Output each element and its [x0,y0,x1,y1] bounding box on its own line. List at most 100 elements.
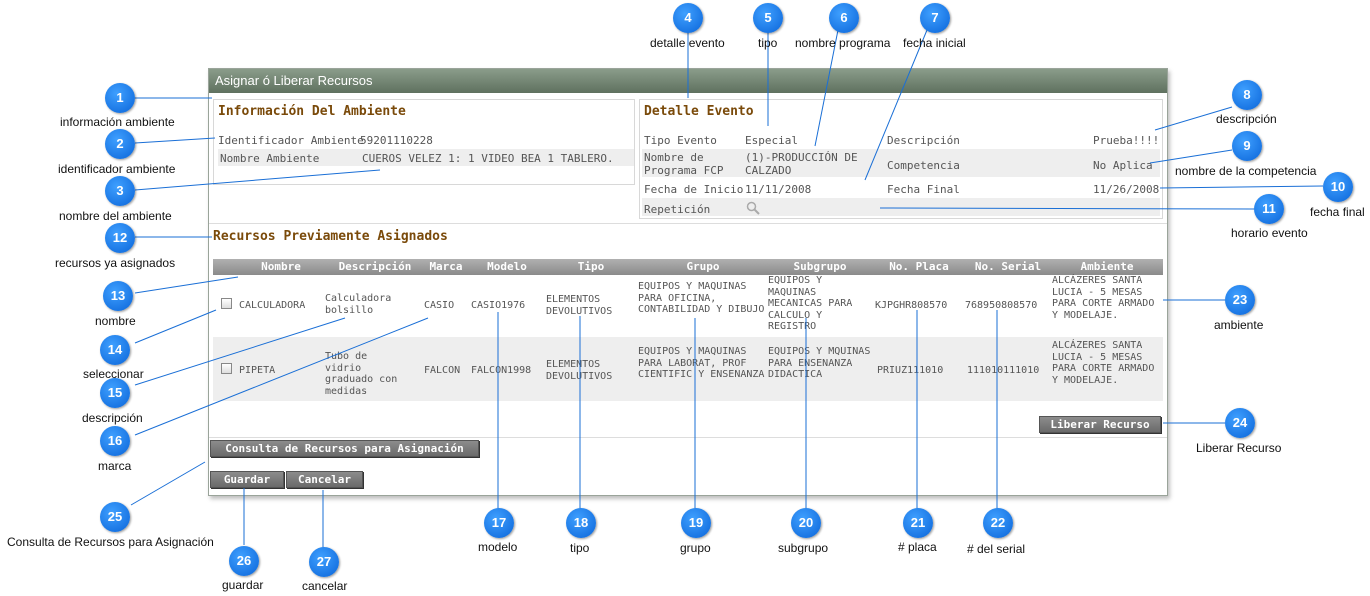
window-title: Asignar ó Liberar Recursos [209,69,1167,93]
callout-badge-9: 9 [1232,131,1262,161]
cell-subgrupo: EQUIPOS Y MQUINAS PARA ENSENANZA DIDACTI… [768,346,871,380]
callout-label-2: identificador ambiente [58,162,176,176]
callout-label-6: nombre programa [795,36,891,50]
callout-badge-6: 6 [829,3,859,33]
callout-label-24: Liberar Recurso [1196,441,1282,455]
header-subgrupo: Subgrupo [793,260,847,273]
callout-badge-24: 24 [1225,408,1255,438]
evento-programa-value: (1)-PRODUCCIÓN DE CALZADO [745,151,858,177]
cell-grupo: EQUIPOS Y MAQUINAS PARA OFICINA, CONTABI… [638,281,765,315]
cell-serial: 111010111010 [967,365,1040,376]
ambiente-name-value: CUEROS VELEZ 1: 1 VIDEO BEA 1 TABLERO. [362,152,614,165]
callout-label-23: ambiente [1214,318,1264,332]
callout-badge-13: 13 [103,281,133,311]
evento-competencia-value: No Aplica [1093,159,1153,172]
callout-badge-19: 19 [681,508,711,538]
callout-badge-14: 14 [100,335,130,365]
header-marca: Marca [429,260,463,273]
callout-label-20: subgrupo [778,541,829,555]
callout-badge-11: 11 [1254,194,1284,224]
header-modelo: Modelo [487,260,527,273]
callout-label-13: nombre [95,314,136,328]
ambiente-name-label: Nombre Ambiente [220,152,320,165]
callout-label-25: Consulta de Recursos para Asignación [7,535,214,549]
callout-label-16: marca [98,459,132,473]
evento-final-value: 11/26/2008 [1093,183,1160,196]
recursos-title: Recursos Previamente Asignados [213,229,448,244]
search-icon[interactable] [746,201,760,215]
cell-modelo: FALCON1998 [471,365,532,376]
cell-ambiente: ALCÁZERES SANTA LUCIA - 5 MESAS PARA COR… [1052,275,1155,321]
evento-tipo-value: Especial [745,134,798,147]
callout-badge-27: 27 [309,547,339,577]
table-row: CALCULADORA Calculadora bolsillo CASIO C… [213,275,1163,335]
evento-inicio-value: 11/11/2008 [745,183,812,196]
ambiente-id-value: 59201110228 [360,134,433,147]
header-serial: No. Serial [974,260,1042,273]
cell-tipo: ELEMENTOS DEVOLUTIVOS [546,294,613,317]
callout-badge-15: 15 [100,378,130,408]
evento-desc-label: Descripción [887,134,960,147]
callout-label-21: # placa [898,540,937,554]
ambiente-id-label: Identificador Ambiente [218,134,364,147]
header-grupo: Grupo [686,260,720,273]
callout-badge-21: 21 [903,508,933,538]
header-descripcion: Descripción [338,260,412,273]
callout-label-19: grupo [680,541,711,555]
callout-label-12: recursos ya asignados [55,256,176,270]
callout-badge-8: 8 [1232,80,1262,110]
consulta-recursos-button[interactable]: Consulta de Recursos para Asignación [210,440,479,457]
table-header: Nombre Descripción Marca Modelo Tipo Gru… [213,259,1163,275]
callout-badge-22: 22 [983,508,1013,538]
cell-placa: PRIUZ111010 [877,365,944,376]
callout-label-11: horario evento [1231,226,1308,240]
cell-placa: KJPGHR808570 [875,300,948,311]
callout-label-17: modelo [478,540,518,554]
callout-label-7: fecha inicial [903,36,966,50]
callout-badge-17: 17 [484,508,514,538]
callout-badge-20: 20 [791,508,821,538]
divider [209,437,1167,438]
callout-badge-7: 7 [920,3,950,33]
cell-marca: CASIO [424,300,455,311]
cell-nombre: CALCULADORA [239,300,306,311]
cell-descripcion: Calculadora bolsillo [325,293,392,316]
callout-badge-4: 4 [673,3,703,33]
evento-programa-label: Nombre de Programa FCP [644,151,724,177]
callout-badge-2: 2 [105,129,135,159]
callout-label-3: nombre del ambiente [59,209,172,223]
liberar-recurso-button[interactable]: Liberar Recurso [1039,416,1161,433]
callout-label-10: fecha final [1310,205,1365,219]
callout-label-22: # del serial [967,542,1026,556]
callout-badge-10: 10 [1323,172,1353,202]
evento-repeticion-row [642,198,1160,216]
evento-panel: Detalle Evento Tipo Evento Especial Desc… [639,99,1163,219]
evento-final-label: Fecha Final [887,183,960,196]
evento-competencia-label: Competencia [887,159,960,172]
callout-badge-16: 16 [100,426,130,456]
callout-label-9: nombre de la competencia [1175,164,1317,178]
guardar-button[interactable]: Guardar [210,471,284,488]
ambiente-panel: Información Del Ambiente Identificador A… [213,99,635,185]
select-checkbox[interactable] [221,298,232,309]
cell-nombre: PIPETA [239,365,276,376]
cell-tipo: ELEMENTOS DEVOLUTIVOS [546,359,613,382]
evento-desc-value: Prueba!!!! [1093,134,1160,147]
cell-grupo: EQUIPOS Y MAQUINAS PARA LABORAT, PROF CI… [638,346,765,380]
callout-badge-26: 26 [229,546,259,576]
ambiente-title: Información Del Ambiente [218,104,406,119]
divider [209,223,1167,224]
cell-modelo: CASIO1976 [471,300,526,311]
callout-label-26: guardar [222,578,264,592]
select-checkbox[interactable] [221,363,232,374]
cell-ambiente: ALCÁZERES SANTA LUCIA - 5 MESAS PARA COR… [1052,340,1155,386]
header-tipo: Tipo [577,260,605,273]
cancelar-button[interactable]: Cancelar [286,471,363,488]
callout-badge-12: 12 [105,223,135,253]
callout-label-15: descripción [82,411,143,425]
callout-badge-23: 23 [1225,285,1255,315]
callout-badge-18: 18 [566,508,596,538]
callout-label-8: descripción [1216,112,1277,126]
callout-label-1: información ambiente [60,115,175,129]
header-placa: No. Placa [889,260,949,273]
